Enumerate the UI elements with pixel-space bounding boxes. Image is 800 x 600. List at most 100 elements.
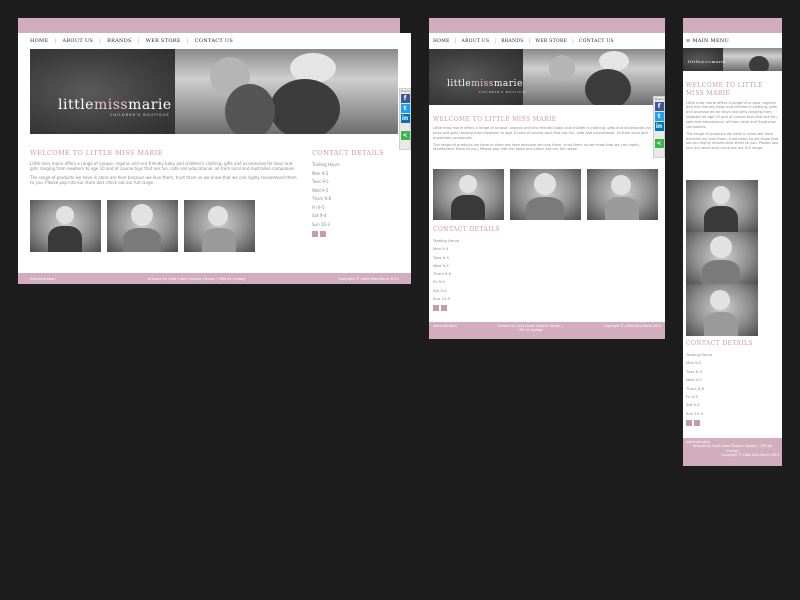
facebook-icon[interactable] [433,305,439,312]
nav-home[interactable]: HOME [30,38,48,44]
linkedin-icon[interactable]: in [400,114,410,123]
gallery-thumb-1[interactable] [433,169,504,220]
hours-fri: Fri 9-5 [312,204,325,210]
mobile-footer: Administration Artwork by Gold Coast Gra… [683,438,782,466]
footer-copyright: Copyright © Little Miss Marie 2014 [337,276,399,281]
trading-hours: Trading Hours Mon 9-5 Tues 9-5 Wed 9-5 T… [433,237,553,303]
sharethis-icon[interactable]: < [654,139,664,148]
desktop-hero-banner: littlemissmarie children's boutique [30,49,398,134]
footer-credits[interactable]: Artwork by Gold Coast Graphic Design | C… [148,277,246,281]
email-icon[interactable] [320,231,326,237]
twitter-icon[interactable]: t [654,112,664,121]
hours-tue: Tues 9-5 [686,368,702,374]
twitter-icon[interactable]: t [400,104,410,113]
thumb-row [433,169,658,220]
gallery-thumb-3[interactable] [184,200,255,252]
welcome-para-2: The range of products we have in store a… [30,174,297,186]
hero-chalkboard [30,49,175,134]
hours-thu: Thurs 9-8 [433,271,452,277]
sharethis-icon[interactable]: < [400,131,410,140]
nav-contact-us[interactable]: CONTACT US [579,39,614,44]
tablet-nav: HOME | ABOUT US | BRANDS | WEB STORE | CONTA… [433,38,614,44]
desktop-preview: HOME | ABOUT US | BRANDS | WEB STORE | CONTA… [18,18,411,284]
hours-fri: Fri 9-5 [686,394,698,400]
footer-admin-link[interactable]: Administration [433,324,457,328]
footer-credits[interactable]: Artwork by Gold Coast Graphic Design | C… [494,324,566,332]
facebook-icon[interactable]: f [400,94,410,103]
email-icon[interactable] [441,305,447,312]
desktop-share-bar: Share f t in < [399,88,411,150]
share-label: Share [654,97,664,101]
trading-hours: Trading Hours Mon 9-5 Tues 9-5 Wed 9-5 T… [312,161,402,229]
gallery-thumb-1[interactable] [30,200,101,252]
tablet-hero-banner: littlemissmarie children's boutique [429,49,665,105]
nav-about-us[interactable]: ABOUT US [62,38,93,44]
footer-admin-link[interactable]: Administration [30,277,56,281]
welcome-para-1: Little miss marie offers a range of uniq… [686,100,778,129]
thumb-column [686,180,758,336]
welcome-para-1: Little miss marie offers a range of uniq… [30,161,296,172]
nav-contact-us[interactable]: CONTACT US [195,38,233,44]
desktop-topbar [18,18,411,33]
nav-web-store[interactable]: WEB STORE [146,38,181,44]
hours-mon: Mon 9-5 [312,170,329,176]
gallery-thumb-2[interactable] [686,232,758,284]
hours-sat: Sat 9-4 [433,287,447,293]
hours-sat: Sat 9-4 [312,213,327,218]
mobile-menu-toggle[interactable]: ≡ MAIN MENU [683,33,782,48]
hours-label: Trading Hours [433,238,460,243]
welcome-section: WELCOME TO LITTLE MISS MARIE Little miss… [686,82,780,151]
facebook-icon[interactable] [312,231,318,237]
nav-brands[interactable]: BRANDS [501,39,523,44]
site-logo[interactable]: littlemissmarie [688,59,726,64]
gallery-thumb-2[interactable] [107,200,178,252]
mobile-topbar [683,18,782,33]
hours-label: Trading Hours [686,352,713,357]
tablet-topbar [429,18,665,33]
main-menu-label[interactable]: ≡ MAIN MENU [686,38,729,44]
facebook-icon[interactable] [686,420,692,427]
site-tagline: children's boutique [110,113,170,117]
gallery-thumb-2[interactable] [510,169,581,220]
hours-sat: Sat 9-4 [686,402,700,408]
contact-title: CONTACT DETAILS [433,226,500,233]
hours-mon: Mon 9-5 [433,246,449,252]
trading-hours: Trading Hours Mon 9-5 Tues 9-5 Wed 9-5 T… [686,351,780,418]
hours-tue: Tues 9-5 [312,179,329,184]
welcome-para-2: The range of products we have in store a… [686,131,779,151]
site-logo[interactable]: littlemissmarie [447,79,523,89]
contact-section: CONTACT DETAILS Trading Hours Mon 9-5 Tu… [312,149,402,237]
welcome-para-1: Little miss marie offers a range of uniq… [433,126,652,140]
email-icon[interactable] [694,420,700,427]
hours-wed: Wed 9-5 [686,377,702,383]
tablet-footer: Administration Artwork by Gold Coast Gra… [429,322,665,339]
hours-tue: Tues 9-5 [433,254,449,260]
facebook-icon[interactable]: f [654,102,664,111]
linkedin-icon[interactable]: in [654,122,664,131]
gallery-thumb-1[interactable] [686,180,758,232]
nav-web-store[interactable]: WEB STORE [535,39,567,44]
contact-title: CONTACT DETAILS [686,340,753,347]
contact-section: CONTACT DETAILS Trading Hours Mon 9-5 Tu… [433,226,553,312]
desktop-top-right-tab [400,18,411,33]
hours-sun: Sun 10-3 [312,221,330,227]
mobile-preview: ≡ MAIN MENU littlemissmarie WELCOME TO L… [683,18,782,466]
welcome-title: WELCOME TO LITTLE MISS MARIE [30,149,163,157]
contact-title: CONTACT DETAILS [312,149,385,157]
hours-sun: Sun 10-3 [433,296,451,302]
share-label: Share [400,89,410,93]
footer-credits[interactable]: Artwork by Gold Coast Graphic Design | C… [693,444,773,453]
hours-thu: Thurs 9-8 [686,385,705,391]
gallery-thumb-3[interactable] [686,284,758,336]
gallery-thumb-3[interactable] [587,169,658,220]
hours-mon: Mon 9-5 [686,360,702,366]
tablet-preview: HOME | ABOUT US | BRANDS | WEB STORE | CONTA… [429,18,665,339]
nav-home[interactable]: HOME [433,39,450,44]
hero-chalkboard [429,49,523,105]
nav-about-us[interactable]: ABOUT US [462,39,490,44]
footer-copyright: Copyright © Little Miss Marie 2014 [721,452,779,457]
welcome-title: WELCOME TO LITTLE MISS MARIE [433,116,557,123]
nav-brands[interactable]: BRANDS [107,38,132,44]
hours-sun: Sun 10-3 [686,410,704,416]
site-logo[interactable]: littlemissmarie [58,97,172,113]
